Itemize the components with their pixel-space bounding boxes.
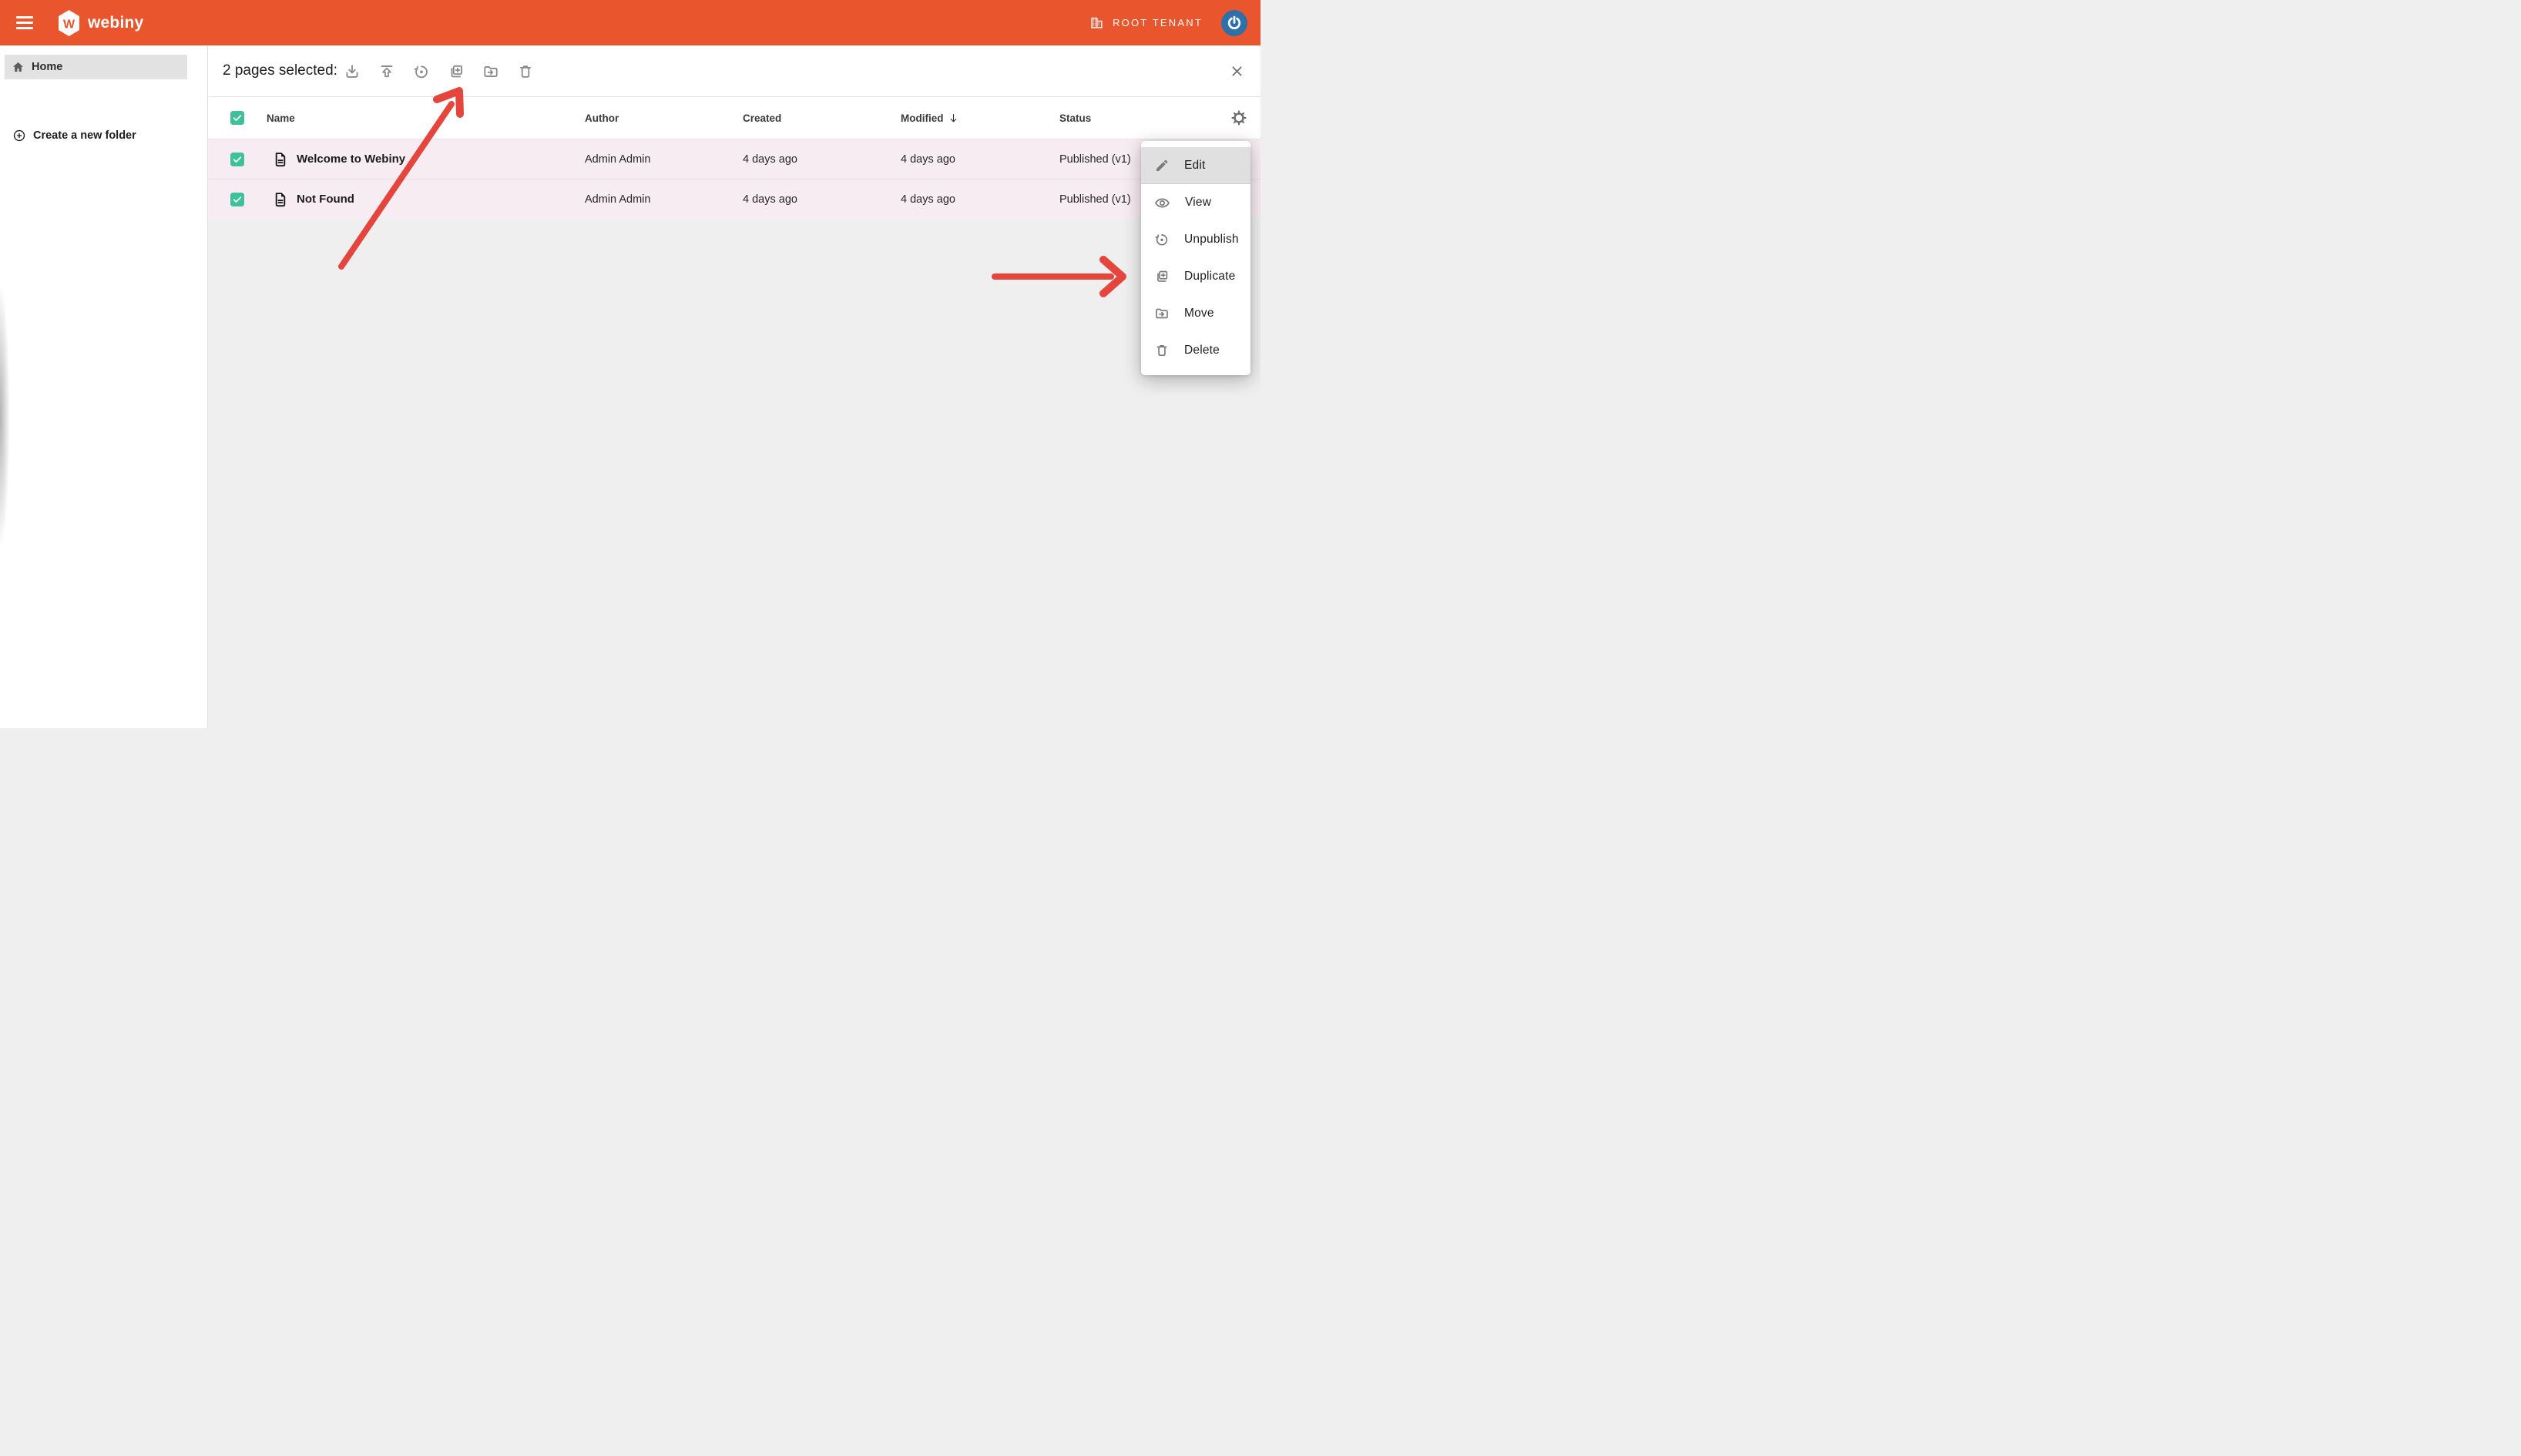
page-title: Not Found bbox=[297, 193, 354, 206]
checkmark-icon bbox=[232, 154, 243, 165]
column-header-author[interactable]: Author bbox=[585, 112, 743, 124]
author-cell: Admin Admin bbox=[585, 193, 743, 206]
user-avatar[interactable] bbox=[1221, 10, 1247, 36]
app-top-bar: W webiny ROOT TENANT bbox=[0, 0, 1260, 45]
close-selection-button[interactable] bbox=[1223, 57, 1250, 85]
row-checkbox[interactable] bbox=[230, 193, 244, 206]
topbar-right-section: ROOT TENANT bbox=[1089, 10, 1260, 36]
sort-desc-arrow-icon bbox=[948, 112, 959, 124]
created-cell: 4 days ago bbox=[743, 153, 901, 166]
table-row[interactable]: Welcome to Webiny Admin Admin 4 days ago… bbox=[208, 139, 1260, 179]
page-title: Welcome to Webiny bbox=[297, 153, 405, 166]
trash-icon bbox=[517, 63, 534, 80]
folder-move-icon bbox=[1154, 306, 1170, 321]
webiny-admin-page: W webiny ROOT TENANT Home Create a new f… bbox=[0, 0, 1260, 728]
menu-item-edit[interactable]: Edit bbox=[1141, 147, 1250, 184]
select-all-checkbox[interactable] bbox=[230, 111, 244, 125]
sidebar-item-create-folder[interactable]: Create a new folder bbox=[12, 129, 136, 143]
modified-cell: 4 days ago bbox=[901, 193, 1059, 206]
pencil-icon bbox=[1154, 158, 1170, 173]
publish-icon bbox=[378, 63, 395, 80]
created-cell: 4 days ago bbox=[743, 193, 901, 206]
page-list-content: 2 pages selected: bbox=[208, 45, 1260, 728]
bulk-action-buttons bbox=[338, 45, 539, 97]
sidebar-item-home[interactable]: Home bbox=[5, 55, 187, 79]
logo-letter: W bbox=[63, 18, 76, 31]
duplicate-icon bbox=[448, 63, 465, 80]
home-icon bbox=[11, 60, 25, 75]
column-header-name[interactable]: Name bbox=[267, 112, 585, 124]
selected-count-label: 2 pages selected: bbox=[223, 62, 337, 79]
unpublish-restore-icon bbox=[413, 63, 430, 80]
duplicate-button[interactable] bbox=[442, 58, 470, 86]
table-settings-gear-icon[interactable] bbox=[1231, 110, 1247, 126]
checkmark-icon bbox=[232, 112, 243, 123]
download-button[interactable] bbox=[338, 58, 366, 86]
menu-item-delete[interactable]: Delete bbox=[1141, 332, 1250, 369]
eye-icon bbox=[1154, 195, 1170, 211]
bulk-actions-toolbar: 2 pages selected: bbox=[208, 45, 1260, 97]
column-header-created[interactable]: Created bbox=[743, 112, 901, 124]
plus-circle-icon bbox=[12, 129, 26, 143]
row-checkbox[interactable] bbox=[230, 153, 244, 166]
power-icon bbox=[1226, 15, 1243, 32]
move-to-folder-button[interactable] bbox=[477, 58, 505, 86]
webiny-hexagon-icon: W bbox=[57, 10, 81, 36]
column-header-status[interactable]: Status bbox=[1059, 112, 1217, 124]
webiny-logo[interactable]: W webiny bbox=[57, 10, 143, 36]
create-folder-label: Create a new folder bbox=[33, 129, 136, 142]
column-header-modified[interactable]: Modified bbox=[901, 112, 1059, 124]
download-icon bbox=[344, 63, 361, 80]
building-icon bbox=[1089, 15, 1104, 30]
row-context-menu: Edit View Unpublish Duplicate Move Delet… bbox=[1141, 141, 1250, 375]
table-header: Name Author Created Modified Status bbox=[208, 97, 1260, 139]
delete-button[interactable] bbox=[512, 58, 539, 86]
menu-item-duplicate[interactable]: Duplicate bbox=[1141, 258, 1250, 295]
menu-item-view[interactable]: View bbox=[1141, 184, 1250, 221]
page-document-icon bbox=[272, 150, 289, 169]
menu-item-move[interactable]: Move bbox=[1141, 295, 1250, 332]
close-icon bbox=[1230, 64, 1244, 79]
trash-icon bbox=[1154, 343, 1170, 358]
tenant-selector[interactable]: ROOT TENANT bbox=[1089, 15, 1203, 30]
author-cell: Admin Admin bbox=[585, 153, 743, 166]
tenant-label: ROOT TENANT bbox=[1113, 17, 1203, 29]
brand-wordmark: webiny bbox=[88, 14, 143, 32]
unpublish-button[interactable] bbox=[408, 58, 435, 86]
menu-hamburger-icon[interactable] bbox=[9, 8, 40, 39]
unpublish-restore-icon bbox=[1154, 232, 1170, 247]
folder-move-icon bbox=[482, 63, 499, 80]
menu-item-unpublish[interactable]: Unpublish bbox=[1141, 221, 1250, 258]
checkmark-icon bbox=[232, 194, 243, 205]
publish-button[interactable] bbox=[373, 58, 401, 86]
page-document-icon bbox=[272, 190, 289, 209]
folders-sidebar: Home Create a new folder bbox=[0, 45, 208, 728]
table-row[interactable]: Not Found Admin Admin 4 days ago 4 days … bbox=[208, 179, 1260, 219]
modified-cell: 4 days ago bbox=[901, 153, 1059, 166]
sidebar-item-label: Home bbox=[32, 61, 62, 73]
duplicate-icon bbox=[1154, 269, 1170, 284]
